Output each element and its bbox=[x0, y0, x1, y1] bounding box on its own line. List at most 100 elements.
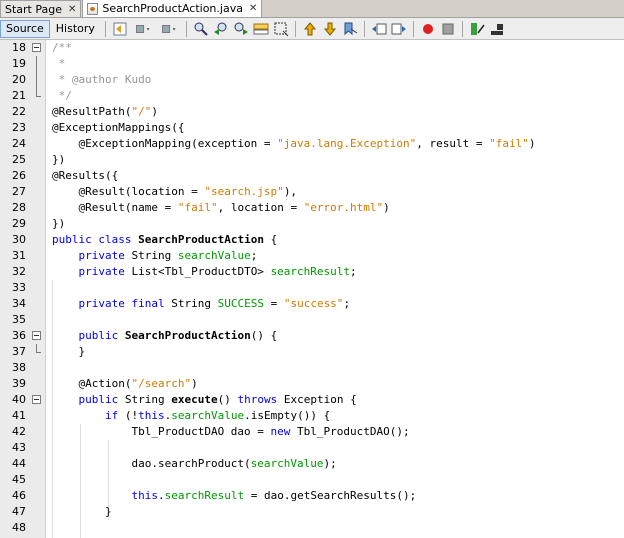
find-icon[interactable] bbox=[193, 21, 209, 37]
close-icon[interactable]: ✕ bbox=[249, 3, 257, 14]
fold-line-marker bbox=[36, 72, 37, 88]
code-line[interactable]: 42 Tbl_ProductDAO dao = new Tbl_ProductD… bbox=[0, 424, 624, 440]
line-number: 28 bbox=[12, 201, 26, 214]
line-number: 40 bbox=[12, 393, 26, 406]
code-line[interactable]: 36 public SearchProductAction() { bbox=[0, 328, 624, 344]
find-previous-icon[interactable] bbox=[213, 21, 229, 37]
toolbar-separator bbox=[412, 20, 414, 37]
code-line[interactable]: 48 bbox=[0, 520, 624, 536]
code-text: if (!this.searchValue.isEmpty()) { bbox=[104, 409, 331, 422]
comment-icon[interactable] bbox=[469, 21, 485, 37]
editor-toolbar: Source History bbox=[0, 18, 624, 40]
line-number: 18 bbox=[12, 41, 26, 54]
code-line[interactable]: 23 @ExceptionMappings({ bbox=[0, 120, 624, 136]
code-editor[interactable]: 18/** 19 * 20 * @author Kudo 21 */22 @Result… bbox=[0, 40, 624, 538]
code-text: /** bbox=[52, 41, 72, 54]
fold-collapse-icon[interactable] bbox=[32, 43, 41, 52]
toolbar-separator bbox=[104, 20, 106, 37]
java-file-icon bbox=[87, 2, 99, 15]
code-text: Tbl_ProductDAO dao = new Tbl_ProductDAO(… bbox=[52, 425, 410, 438]
toolbar-separator bbox=[185, 20, 187, 37]
toolbar-separator bbox=[294, 20, 296, 37]
line-number: 34 bbox=[12, 297, 26, 310]
tab-label: Start Page bbox=[5, 2, 62, 16]
code-line[interactable]: 45 bbox=[0, 472, 624, 488]
shift-right-icon[interactable] bbox=[391, 21, 407, 37]
previous-bookmark-icon[interactable] bbox=[302, 21, 318, 37]
line-number: 35 bbox=[12, 313, 26, 326]
history-button[interactable]: History bbox=[50, 20, 101, 38]
code-line[interactable]: 37 } bbox=[0, 344, 624, 360]
editor-tab-bar: Start Page ✕ SearchProductAction.java ✕ bbox=[0, 0, 624, 18]
line-number: 25 bbox=[12, 153, 26, 166]
forward-icon[interactable] bbox=[158, 21, 180, 37]
code-text: * bbox=[52, 57, 66, 70]
code-line[interactable]: 28 @Result(name = "fail", location = "er… bbox=[0, 200, 624, 216]
toolbar-separator bbox=[461, 20, 463, 37]
code-text: @Result(location = "search.jsp"), bbox=[52, 185, 298, 198]
code-line[interactable]: 33 bbox=[0, 280, 624, 296]
code-text: public SearchProductAction() { bbox=[78, 329, 278, 342]
back-icon[interactable] bbox=[132, 21, 154, 37]
fold-end-marker bbox=[36, 344, 41, 353]
code-line[interactable]: 19 * bbox=[0, 56, 624, 72]
code-line[interactable]: 34 private final String SUCCESS = "succe… bbox=[0, 296, 624, 312]
code-line[interactable]: 39 @Action("/search") bbox=[0, 376, 624, 392]
code-line[interactable]: 47 } bbox=[0, 504, 624, 520]
code-line[interactable]: 32 private List<Tbl_ProductDTO> searchRe… bbox=[0, 264, 624, 280]
line-number: 33 bbox=[12, 281, 26, 294]
line-number: 19 bbox=[12, 57, 26, 70]
toggle-highlight-icon[interactable] bbox=[273, 21, 289, 37]
close-icon[interactable]: ✕ bbox=[68, 4, 76, 15]
code-line[interactable]: 24 @ExceptionMapping(exception = "java.l… bbox=[0, 136, 624, 152]
stop-macro-icon[interactable] bbox=[440, 21, 456, 37]
code-text: public class SearchProductAction { bbox=[52, 233, 278, 246]
source-button[interactable]: Source bbox=[0, 19, 50, 38]
code-line[interactable]: 21 */ bbox=[0, 88, 624, 104]
record-macro-icon[interactable] bbox=[420, 21, 436, 37]
code-line[interactable]: 30 public class SearchProductAction { bbox=[0, 232, 624, 248]
find-next-icon[interactable] bbox=[233, 21, 249, 37]
fold-collapse-icon[interactable] bbox=[32, 395, 41, 404]
line-number: 44 bbox=[12, 457, 26, 470]
code-line[interactable]: 35 bbox=[0, 312, 624, 328]
line-number: 24 bbox=[12, 137, 26, 150]
code-line[interactable]: 31 private String searchValue; bbox=[0, 248, 624, 264]
line-number: 20 bbox=[12, 73, 26, 86]
line-number: 48 bbox=[12, 521, 26, 534]
fold-collapse-icon[interactable] bbox=[32, 331, 41, 340]
code-line[interactable]: 26 @Results({ bbox=[0, 168, 624, 184]
line-number: 31 bbox=[12, 249, 26, 262]
code-text: * @author Kudo bbox=[52, 73, 152, 86]
code-line[interactable]: 38 bbox=[0, 360, 624, 376]
last-edit-icon[interactable] bbox=[112, 21, 128, 37]
tab-label: SearchProductAction.java bbox=[102, 2, 243, 15]
code-line[interactable]: 18 /** bbox=[0, 40, 624, 56]
code-text: }) bbox=[52, 217, 66, 230]
uncomment-icon[interactable] bbox=[489, 21, 505, 37]
code-line[interactable]: 44 dao.searchProduct(searchValue); bbox=[0, 456, 624, 472]
shift-left-icon[interactable] bbox=[371, 21, 387, 37]
code-text: @ResultPath("/") bbox=[52, 105, 158, 118]
line-number: 32 bbox=[12, 265, 26, 278]
find-selection-icon[interactable] bbox=[253, 21, 269, 37]
code-text: this.searchResult = dao.getSearchResults… bbox=[131, 489, 417, 502]
code-line[interactable]: 43 bbox=[0, 440, 624, 456]
line-number: 21 bbox=[12, 89, 26, 102]
code-text: private final String SUCCESS = "success"… bbox=[78, 297, 351, 310]
code-line[interactable]: 20 * @author Kudo bbox=[0, 72, 624, 88]
line-number: 23 bbox=[12, 121, 26, 134]
code-text: @ExceptionMapping(exception = "java.lang… bbox=[52, 137, 536, 150]
code-line[interactable]: 46 this.searchResult = dao.getSearchResu… bbox=[0, 488, 624, 504]
code-line[interactable]: 40 public String execute() throws Except… bbox=[0, 392, 624, 408]
tab-start-page[interactable]: Start Page ✕ bbox=[0, 0, 82, 17]
tab-search-product-action[interactable]: SearchProductAction.java ✕ bbox=[82, 0, 263, 17]
toggle-bookmark-icon[interactable] bbox=[342, 21, 358, 37]
line-number: 41 bbox=[12, 409, 26, 422]
next-bookmark-icon[interactable] bbox=[322, 21, 338, 37]
code-line[interactable]: 27 @Result(location = "search.jsp"), bbox=[0, 184, 624, 200]
code-line[interactable]: 25}) bbox=[0, 152, 624, 168]
code-line[interactable]: 29}) bbox=[0, 216, 624, 232]
code-line[interactable]: 41 if (!this.searchValue.isEmpty()) { bbox=[0, 408, 624, 424]
code-line[interactable]: 22 @ResultPath("/") bbox=[0, 104, 624, 120]
